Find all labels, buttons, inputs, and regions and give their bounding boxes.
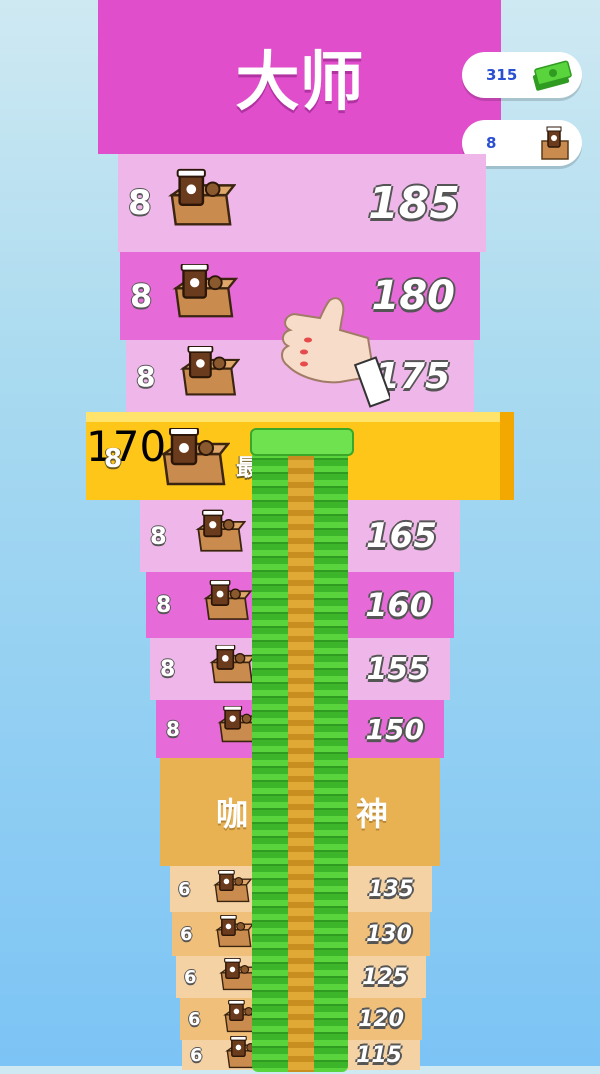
coffee-box-icon [209,644,257,684]
row-value: 185 [368,177,460,229]
thumbs-up-hand [281,297,390,408]
row-count: 6 [180,923,193,945]
cash-stack-icon [532,60,572,91]
row-count: 8 [166,717,180,741]
box-value: 8 [486,134,497,152]
row-count: 8 [136,359,156,393]
coffee-box-icon [215,914,255,948]
row-count: 6 [184,966,197,988]
best-record-value: 170 [86,422,167,471]
row-value: 120 [358,1006,404,1032]
coffee-box-icon [172,263,239,318]
row-count: 8 [150,522,167,550]
row-value: 135 [368,876,414,902]
row-value: 165 [366,516,437,556]
row-count: 6 [188,1008,201,1030]
coffee-box-icon [195,509,247,552]
row-count: 6 [178,878,191,900]
coffee-box-icon [168,168,237,226]
tier-title-master: 大师 [98,0,501,154]
cash-stack-top [250,428,354,456]
row-count: 6 [190,1044,203,1066]
row-value: 150 [365,712,424,746]
row-value: 115 [356,1042,402,1068]
row-count: 8 [160,656,176,682]
score-row: 8 185 [118,154,486,252]
coffee-box-icon [160,428,230,486]
row-count: 8 [130,277,153,315]
row-count: 8 [156,592,172,618]
coffee-box-icon [179,345,241,396]
tier-title-right: 神 [355,795,388,833]
row-value: 160 [365,586,432,624]
best-record-count: 8 [104,444,123,474]
coffee-box-icon [203,579,253,620]
cash-counter: 315 [462,52,582,98]
coffee-box-icon [213,869,253,903]
row-count: 8 [128,183,152,223]
row-value: 125 [362,964,408,990]
tier-title-left: 咖 [216,795,249,833]
cash-stack-band [288,432,314,1072]
cash-value: 315 [486,66,518,84]
row-value: 155 [366,651,429,687]
coffee-box-icon [541,126,569,160]
row-value: 130 [366,921,412,947]
